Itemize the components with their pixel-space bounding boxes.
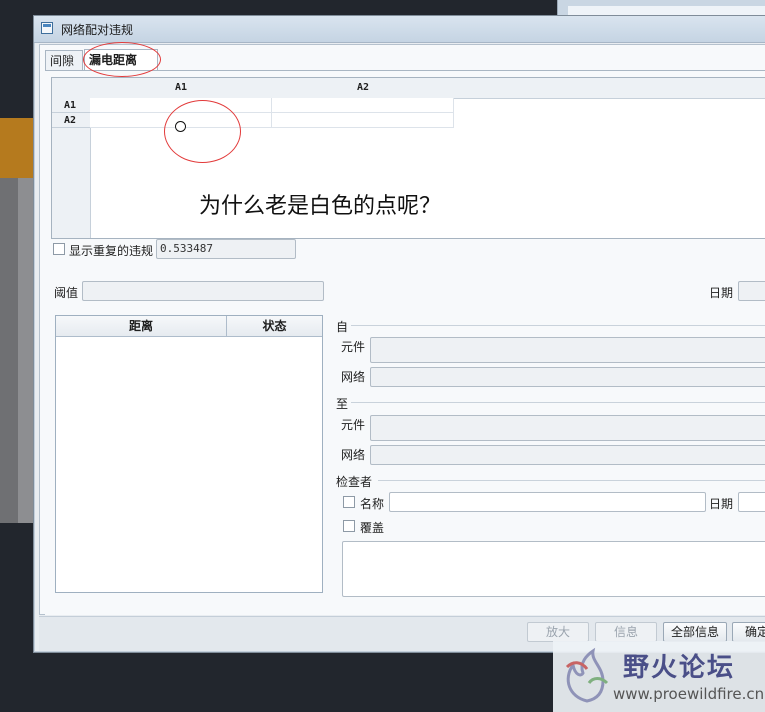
annotation-question: 为什么老是白色的点呢？ xyxy=(199,194,442,219)
matrix-row-header[interactable]: A2 xyxy=(52,113,90,128)
title-bar[interactable]: 网络配对违规 xyxy=(34,16,765,43)
matrix-corner xyxy=(52,78,91,99)
watermark-url: www.proewildfire.cn xyxy=(613,685,765,703)
from-net-field[interactable] xyxy=(370,367,765,387)
zoom-button[interactable]: 放大 xyxy=(527,622,589,642)
date-label: 日期 xyxy=(709,286,734,300)
date-field[interactable] xyxy=(738,281,765,301)
matrix-cell[interactable] xyxy=(272,113,454,128)
override-label: 覆盖 xyxy=(360,521,385,535)
matrix-column-header[interactable]: A2 xyxy=(272,78,455,99)
all-info-button[interactable]: 全部信息 xyxy=(663,622,727,642)
creepage-panel: A1 A2 A1 A2 为什么老是白色的点呢？ 显示重复的违规 0.533487 xyxy=(45,70,765,615)
flame-logo-icon xyxy=(565,647,609,703)
from-component-field[interactable] xyxy=(370,337,765,363)
violation-list[interactable]: 距离 状态 xyxy=(55,315,323,593)
from-group-label: 自 xyxy=(336,320,349,334)
window-title: 网络配对违规 xyxy=(61,23,134,37)
checker-date-label: 日期 xyxy=(709,497,734,511)
checker-name-label: 名称 xyxy=(360,497,385,511)
list-header: 距离 状态 xyxy=(56,316,322,337)
checker-date-field[interactable] xyxy=(738,492,765,512)
checker-name-checkbox[interactable] xyxy=(343,496,355,508)
net-matrix: A1 A2 A1 A2 为什么老是白色的点呢？ xyxy=(51,77,765,239)
to-component-label: 元件 xyxy=(341,418,366,432)
to-net-label: 网络 xyxy=(341,448,366,462)
to-component-field[interactable] xyxy=(370,415,765,441)
tab-clearance[interactable]: 间隙 xyxy=(45,50,83,70)
info-button[interactable]: 信息 xyxy=(595,622,657,642)
checker-name-field[interactable] xyxy=(389,492,706,512)
checker-group-label: 检查者 xyxy=(336,475,373,489)
threshold-field[interactable] xyxy=(82,281,324,301)
annotation-circle-tab xyxy=(83,42,161,77)
to-net-field[interactable] xyxy=(370,445,765,465)
from-component-label: 元件 xyxy=(341,340,366,354)
dialog-client: 间隙 漏电距离 A1 A2 A1 A2 为什么老是白色的点呢？ 显示重复的违规 … xyxy=(39,42,765,615)
window-icon xyxy=(41,22,53,34)
forum-watermark: 野火论坛 www.proewildfire.cn xyxy=(553,641,765,712)
from-net-label: 网络 xyxy=(341,370,366,384)
watermark-title: 野火论坛 xyxy=(623,653,736,683)
threshold-label: 阈值 xyxy=(54,286,79,300)
matrix-row-header[interactable]: A1 xyxy=(52,98,90,113)
override-checkbox[interactable] xyxy=(343,520,355,532)
list-column-status[interactable]: 状态 xyxy=(227,316,322,336)
to-group-label: 至 xyxy=(336,397,349,411)
matrix-column-header[interactable]: A1 xyxy=(90,78,273,99)
matrix-cell[interactable] xyxy=(272,98,454,113)
list-column-distance[interactable]: 距离 xyxy=(56,316,226,336)
show-duplicates-checkbox[interactable] xyxy=(53,243,65,255)
background-cube-shadow xyxy=(0,178,18,523)
duplicate-value-field[interactable]: 0.533487 xyxy=(156,239,296,259)
annotation-circle-cell xyxy=(164,100,241,163)
comment-textarea[interactable] xyxy=(342,541,765,597)
ok-button[interactable]: 确定 xyxy=(732,622,765,642)
net-pair-violation-dialog: 网络配对违规 间隙 漏电距离 A1 A2 A1 A2 为什么老是白色的点呢？ 显… xyxy=(33,15,765,653)
show-duplicates-label: 显示重复的违规 xyxy=(69,244,154,258)
